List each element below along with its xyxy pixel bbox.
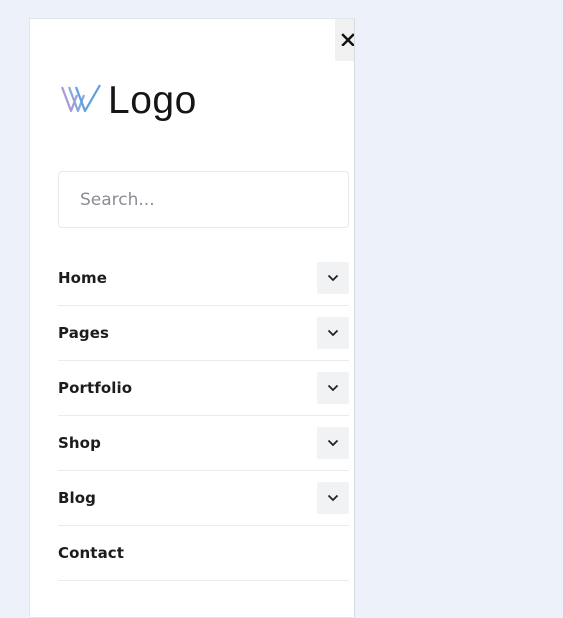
menu-item-pages[interactable]: Pages (58, 306, 349, 361)
submenu-toggle[interactable] (317, 482, 349, 514)
logo-mark-icon (60, 83, 102, 119)
menu-item-portfolio[interactable]: Portfolio (58, 361, 349, 416)
site-logo[interactable]: Logo (60, 81, 197, 120)
close-button[interactable] (335, 19, 354, 61)
menu-item-contact[interactable]: Contact (58, 526, 349, 581)
chevron-down-icon (327, 384, 339, 392)
menu-item-label[interactable]: Pages (58, 324, 109, 342)
search-input[interactable] (78, 188, 348, 211)
search-field[interactable] (58, 171, 349, 228)
close-icon (340, 31, 354, 50)
menu-item-label[interactable]: Shop (58, 434, 101, 452)
logo-text: Logo (108, 79, 197, 122)
mobile-menu-panel: Logo Home Pages Portfolio Shop (29, 18, 355, 618)
menu-item-blog[interactable]: Blog (58, 471, 349, 526)
submenu-toggle[interactable] (317, 262, 349, 294)
menu-item-shop[interactable]: Shop (58, 416, 349, 471)
chevron-down-icon (327, 274, 339, 282)
menu-item-label[interactable]: Portfolio (58, 379, 132, 397)
menu-item-label[interactable]: Home (58, 269, 107, 287)
chevron-down-icon (327, 329, 339, 337)
chevron-down-icon (327, 439, 339, 447)
menu-item-home[interactable]: Home (58, 251, 349, 306)
menu-item-label[interactable]: Contact (58, 544, 124, 562)
chevron-down-icon (327, 494, 339, 502)
menu-item-label[interactable]: Blog (58, 489, 96, 507)
nav-menu: Home Pages Portfolio Shop Blog Contact (58, 251, 349, 581)
submenu-toggle[interactable] (317, 372, 349, 404)
submenu-toggle[interactable] (317, 427, 349, 459)
submenu-toggle[interactable] (317, 317, 349, 349)
